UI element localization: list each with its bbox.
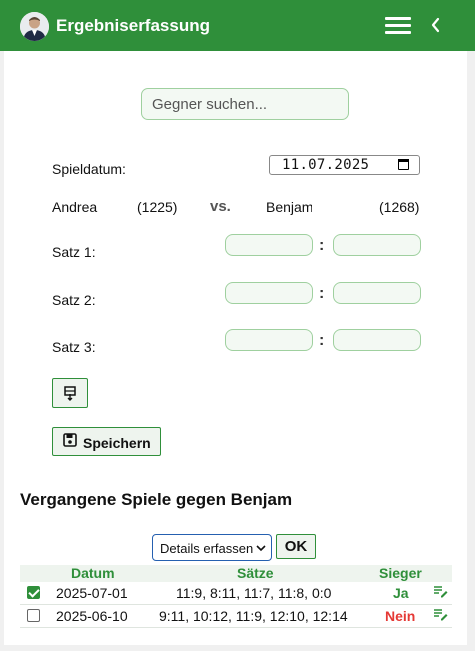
calendar-icon[interactable] (398, 159, 409, 170)
set3-score-player2-input[interactable] (333, 329, 421, 351)
opponent-search-input[interactable] (141, 88, 349, 120)
column-date: Datum (71, 565, 115, 581)
edit-icon[interactable] (434, 585, 448, 598)
chevron-down-icon (256, 545, 266, 552)
row-sets: 11:9, 8:11, 11:7, 11:8, 0:0 (176, 585, 332, 601)
player1-rating: (1225) (137, 199, 178, 215)
row-sets: 9:11, 10:12, 11:9, 12:10, 12:14 (159, 608, 348, 624)
table-header: Datum Sätze Sieger (20, 565, 452, 582)
table-row: 2025-07-01 11:9, 8:11, 11:7, 11:8, 0:0 J… (20, 582, 452, 605)
history-title: Vergangene Spiele gegen Benjam (20, 490, 293, 509)
add-set-button[interactable] (52, 378, 88, 408)
set1-colon: : (319, 237, 325, 254)
set2-label: Satz 2: (52, 292, 96, 308)
date-label: Spieldatum: (52, 161, 126, 177)
app-header: Ergebniserfassung (0, 0, 475, 51)
player2-name: Benjam (266, 199, 312, 215)
row-date: 2025-06-10 (56, 608, 128, 624)
set1-score-player2-input[interactable] (333, 234, 421, 256)
row-winner: Nein (385, 608, 416, 624)
set3-score-player1-input[interactable] (225, 329, 313, 351)
set3-label: Satz 3: (52, 339, 96, 355)
save-button[interactable]: Speichern (52, 427, 161, 456)
row-date: 2025-07-01 (56, 585, 128, 601)
date-field[interactable]: 11.07.2025 (269, 155, 420, 175)
menu-icon[interactable] (385, 17, 411, 35)
action-select[interactable]: Details erfassen (152, 534, 272, 561)
set3-colon: : (319, 332, 325, 349)
floppy-disk-icon (63, 433, 77, 447)
set2-score-player2-input[interactable] (333, 282, 421, 304)
column-winner: Sieger (379, 565, 422, 581)
ok-button[interactable]: OK (276, 534, 316, 559)
row-winner: Ja (393, 585, 409, 601)
set1-score-player1-input[interactable] (225, 234, 313, 256)
set1-label: Satz 1: (52, 244, 96, 260)
column-sets: Sätze (237, 565, 274, 581)
action-select-value: Details erfassen (160, 541, 254, 556)
app-title: Ergebniserfassung (56, 16, 210, 35)
edit-icon[interactable] (434, 608, 448, 621)
player2-rating: (1268) (379, 199, 420, 215)
set2-colon: : (319, 285, 325, 302)
player1-name: Andrea (52, 199, 98, 215)
avatar[interactable] (20, 12, 49, 41)
chevron-left-icon[interactable] (428, 14, 442, 36)
save-label: Speichern (83, 435, 151, 451)
vs-label: vs. (210, 198, 231, 215)
set2-score-player1-input[interactable] (225, 282, 313, 304)
row-checkbox[interactable] (27, 586, 40, 599)
date-value: 11.07.2025 (282, 157, 370, 173)
row-checkbox[interactable] (27, 609, 40, 622)
table-row: 2025-06-10 9:11, 10:12, 11:9, 12:10, 12:… (20, 605, 452, 628)
add-row-icon (64, 386, 76, 401)
